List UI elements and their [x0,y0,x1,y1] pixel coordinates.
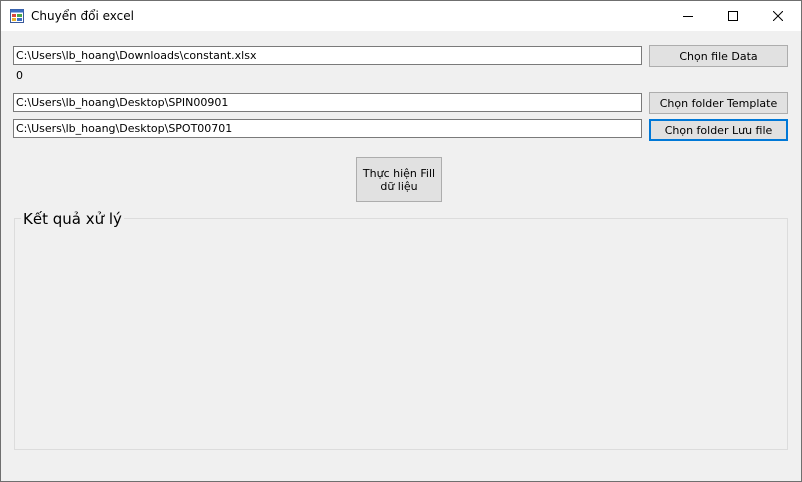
record-count-label: 0 [16,69,23,82]
choose-template-folder-button[interactable]: Chọn folder Template [649,92,788,114]
window-title: Chuyển đổi excel [31,9,134,23]
choose-data-file-button[interactable]: Chọn file Data [649,45,788,67]
choose-save-folder-button[interactable]: Chọn folder Lưu file [649,119,788,141]
maximize-icon [728,11,738,21]
app-window-icon [10,9,24,23]
minimize-button[interactable] [665,1,711,31]
main-window: Chuyển đổi excel C:\Users\lb_hoang\Downl… [0,0,802,482]
close-icon [773,11,783,21]
maximize-button[interactable] [710,1,756,31]
template-folder-path-field[interactable]: C:\Users\lb_hoang\Desktop\SPIN00901 [13,93,642,112]
results-groupbox [14,218,788,450]
save-folder-path-field[interactable]: C:\Users\lb_hoang\Desktop\SPOT00701 [13,119,642,138]
run-button-line2: dữ liệu [380,179,418,193]
title-bar[interactable]: Chuyển đổi excel [1,1,801,31]
minimize-icon [683,11,693,21]
results-title: Kết quả xử lý [21,210,124,228]
data-file-path-field[interactable]: C:\Users\lb_hoang\Downloads\constant.xls… [13,46,642,65]
run-fill-data-button[interactable]: Thực hiện Fill dữ liệu [356,157,442,202]
close-button[interactable] [755,1,801,31]
run-button-line1: Thực hiện Fill [362,166,436,180]
